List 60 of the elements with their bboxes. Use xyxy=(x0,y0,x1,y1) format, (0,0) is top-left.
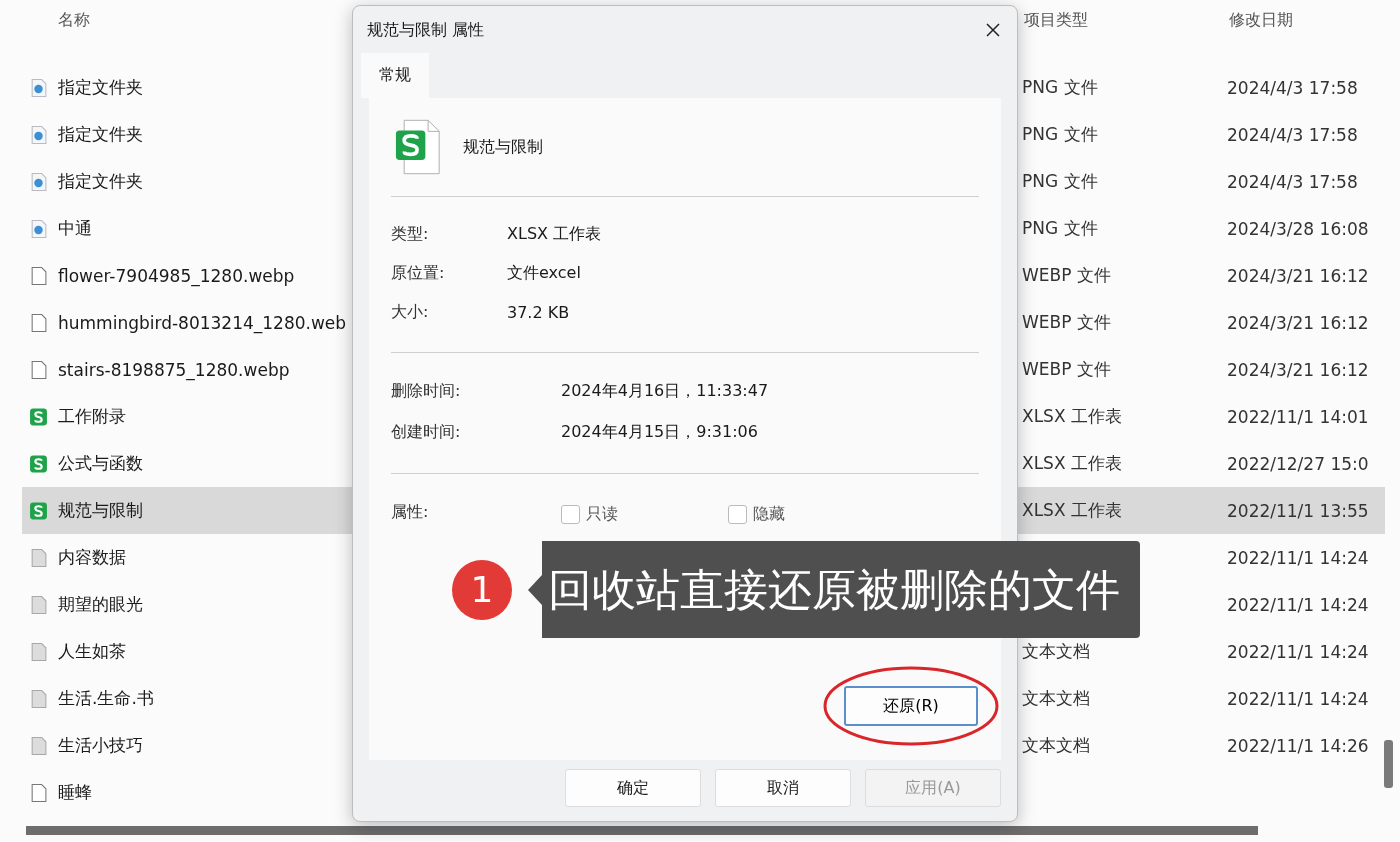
modified-date: 2022/11/1 14:26 xyxy=(1227,735,1369,756)
file-name: 指定文件夹 xyxy=(58,76,143,99)
file-name: stairs-8198875_1280.webp xyxy=(58,359,290,380)
modified-date: 2024/3/28 16:08 xyxy=(1227,218,1369,239)
file-name: 规范与限制 xyxy=(58,499,143,522)
property-value: XLSX 工作表 xyxy=(507,224,602,245)
dialog-title: 规范与限制 属性 xyxy=(367,19,485,41)
modified-date: 2022/11/1 14:24 xyxy=(1227,547,1369,568)
modified-date: 2022/11/1 13:55 xyxy=(1227,500,1369,521)
checkbox-label: 隐藏 xyxy=(753,504,785,525)
modified-date: 2024/4/3 17:58 xyxy=(1227,171,1358,192)
property-value: 文件excel xyxy=(507,263,581,284)
modified-date: 2022/12/27 15:0 xyxy=(1227,453,1369,474)
modified-date: 2024/3/21 16:12 xyxy=(1227,359,1369,380)
modified-date: 2024/4/3 17:58 xyxy=(1227,124,1358,145)
file-name: 内容数据 xyxy=(58,546,126,569)
file-name: 规范与限制 xyxy=(463,136,543,158)
file-type: XLSX 工作表 xyxy=(1022,453,1122,473)
modified-date: 2022/11/1 14:24 xyxy=(1227,594,1369,615)
callout-text: 回收站直接还原被删除的文件 xyxy=(542,541,1140,638)
modified-date: 2024/3/21 16:12 xyxy=(1227,312,1369,333)
file-name: 中通 xyxy=(58,217,92,240)
file-name: 期望的眼光 xyxy=(58,593,143,616)
property-label: 类型: xyxy=(391,224,430,245)
file-name: 睡蜂 xyxy=(58,781,92,804)
modified-date: 2022/11/1 14:01 xyxy=(1227,406,1369,427)
file-name: hummingbird-8013214_1280.web xyxy=(58,312,347,333)
file-type: WEBP 文件 xyxy=(1022,359,1111,379)
file-name: 指定文件夹 xyxy=(58,123,143,146)
file-name: 人生如茶 xyxy=(58,640,126,663)
checkbox-label: 只读 xyxy=(586,504,618,525)
file-name: 生活.生命.书 xyxy=(58,687,154,710)
modified-date: 2024/3/21 16:12 xyxy=(1227,265,1369,286)
file-type: XLSX 工作表 xyxy=(1022,406,1122,426)
property-label: 删除时间: xyxy=(391,381,462,402)
property-label: 创建时间: xyxy=(391,422,462,443)
modified-date: 2024/4/3 17:58 xyxy=(1227,77,1358,98)
file-name: 公式与函数 xyxy=(58,452,143,475)
file-type: PNG 文件 xyxy=(1022,124,1098,144)
file-name: 指定文件夹 xyxy=(58,170,143,193)
file-type: WEBP 文件 xyxy=(1022,312,1111,332)
property-label: 属性: xyxy=(391,502,430,523)
property-value: 2024年4月16日，11:33:47 xyxy=(561,381,769,402)
property-value: 37.2 KB xyxy=(507,303,570,322)
property-label: 大小: xyxy=(391,302,430,323)
file-type: 文本文档 xyxy=(1022,688,1090,708)
property-value: 2024年4月15日，9:31:06 xyxy=(561,422,758,443)
modified-date: 2022/11/1 14:24 xyxy=(1227,641,1369,662)
file-type: WEBP 文件 xyxy=(1022,265,1111,285)
file-type: 文本文档 xyxy=(1022,641,1090,661)
file-type: PNG 文件 xyxy=(1022,218,1098,238)
file-type: PNG 文件 xyxy=(1022,77,1098,97)
property-label: 原位置: xyxy=(391,263,446,284)
file-type: XLSX 工作表 xyxy=(1022,500,1122,520)
file-name: 工作附录 xyxy=(58,405,126,428)
file-name: 生活小技巧 xyxy=(58,734,143,757)
file-name: flower-7904985_1280.webp xyxy=(58,265,295,286)
modified-date: 2022/11/1 14:24 xyxy=(1227,688,1369,709)
file-type: 文本文档 xyxy=(1022,735,1090,755)
file-type: PNG 文件 xyxy=(1022,171,1098,191)
